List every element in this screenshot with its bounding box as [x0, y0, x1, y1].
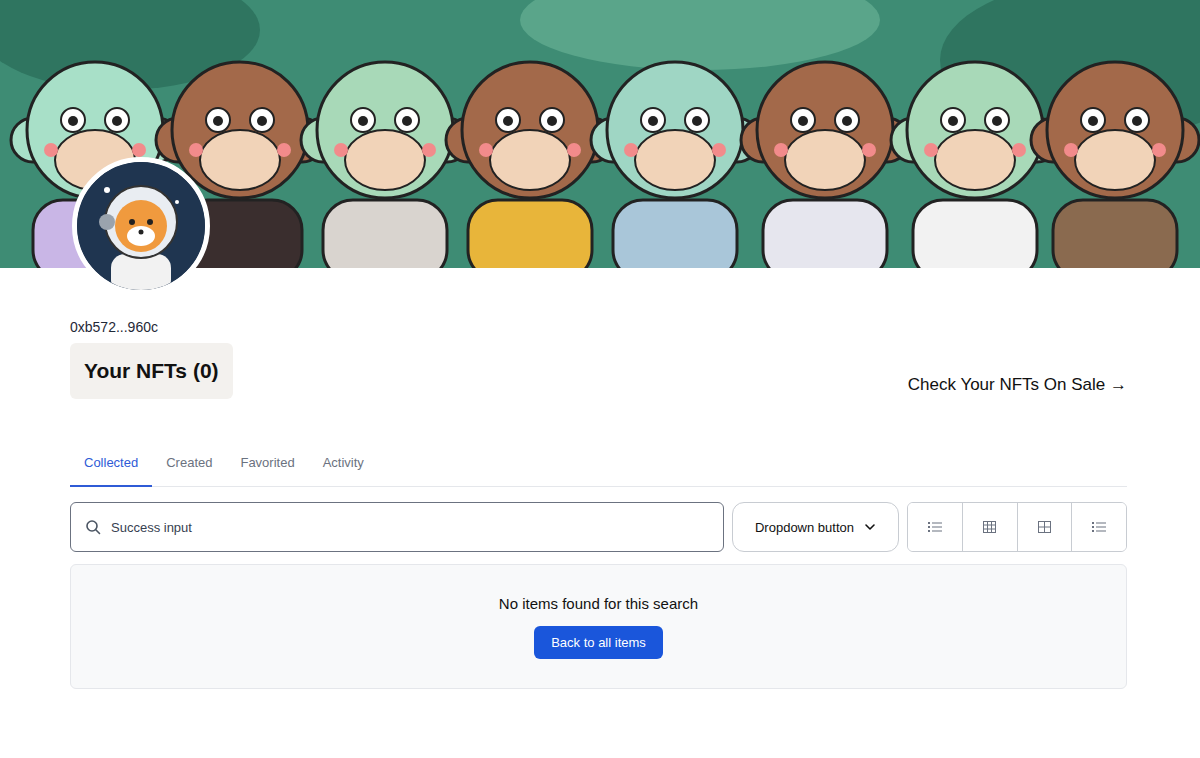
wallet-address: 0xb572...960c [70, 318, 1127, 336]
tiger-astronaut-icon [77, 162, 205, 290]
heading-row: Your NFTs (0) Check Your NFTs On Sale → [70, 343, 1127, 399]
dropdown-label: Dropdown button [755, 520, 854, 535]
small-grid-button[interactable] [963, 503, 1018, 551]
list-icon [928, 521, 942, 533]
detail-list-icon [1092, 521, 1106, 533]
tab-bar: CollectedCreatedFavoritedActivity [70, 441, 1127, 487]
list-view-button[interactable] [908, 503, 963, 551]
avatar[interactable] [72, 157, 210, 295]
tab[interactable]: Activity [309, 441, 378, 487]
toolbar: Success input Dropdown button [70, 502, 1127, 552]
banner [0, 0, 1200, 268]
nft-count-title: Your NFTs (0) [70, 343, 233, 399]
tab[interactable]: Favorited [226, 441, 308, 487]
tab[interactable]: Created [152, 441, 226, 487]
search-icon [85, 519, 101, 535]
search-field[interactable]: Success input [70, 502, 724, 552]
small-grid-icon [983, 521, 996, 533]
search-value: Success input [111, 520, 192, 535]
detail-list-button[interactable] [1072, 503, 1126, 551]
back-to-all-button[interactable]: Back to all items [534, 626, 663, 659]
empty-message: No items found for this search [499, 595, 698, 612]
dropdown-button[interactable]: Dropdown button [732, 502, 899, 552]
large-grid-button[interactable] [1018, 503, 1073, 551]
tab[interactable]: Collected [70, 441, 152, 487]
on-sale-link[interactable]: Check Your NFTs On Sale → [908, 375, 1127, 399]
empty-state-panel: No items found for this search Back to al… [70, 564, 1127, 689]
large-grid-icon [1038, 521, 1051, 533]
profile-page: 0xb572...960c Your NFTs (0) Check Your NFT… [0, 0, 1200, 758]
content: 0xb572...960c Your NFTs (0) Check Your NFT… [0, 318, 1200, 689]
chevron-down-icon [864, 521, 876, 533]
view-toggle-group [907, 502, 1127, 552]
